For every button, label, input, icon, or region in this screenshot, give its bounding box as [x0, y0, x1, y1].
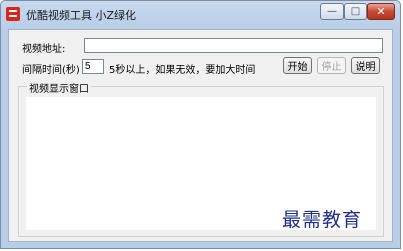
maximize-icon: □ [350, 5, 361, 17]
url-input[interactable] [84, 38, 383, 53]
help-button[interactable]: 说明 [351, 57, 380, 74]
title-bar[interactable]: 优酷视频工具 小Z绿化 — □ ✕ [1, 1, 400, 27]
url-label: 视频地址: [22, 44, 66, 55]
start-button[interactable]: 开始 [283, 57, 312, 74]
video-display-group-title: 视频显示窗口 [27, 80, 91, 95]
interval-input[interactable] [82, 59, 104, 74]
maximize-button[interactable]: □ [344, 3, 367, 20]
close-icon: ✕ [376, 5, 386, 18]
close-button[interactable]: ✕ [367, 3, 395, 20]
stop-button[interactable]: 停止 [317, 57, 346, 74]
minimize-button[interactable]: — [320, 3, 344, 20]
app-icon [6, 7, 20, 21]
watermark-text: 最需教育 [282, 209, 363, 231]
minimize-icon: — [327, 5, 337, 17]
interval-hint: 5秒以上，如果无效，要加大时间 [109, 65, 256, 76]
window-title: 优酷视频工具 小Z绿化 [26, 9, 137, 22]
interval-label: 间隔时间(秒) [22, 65, 80, 76]
